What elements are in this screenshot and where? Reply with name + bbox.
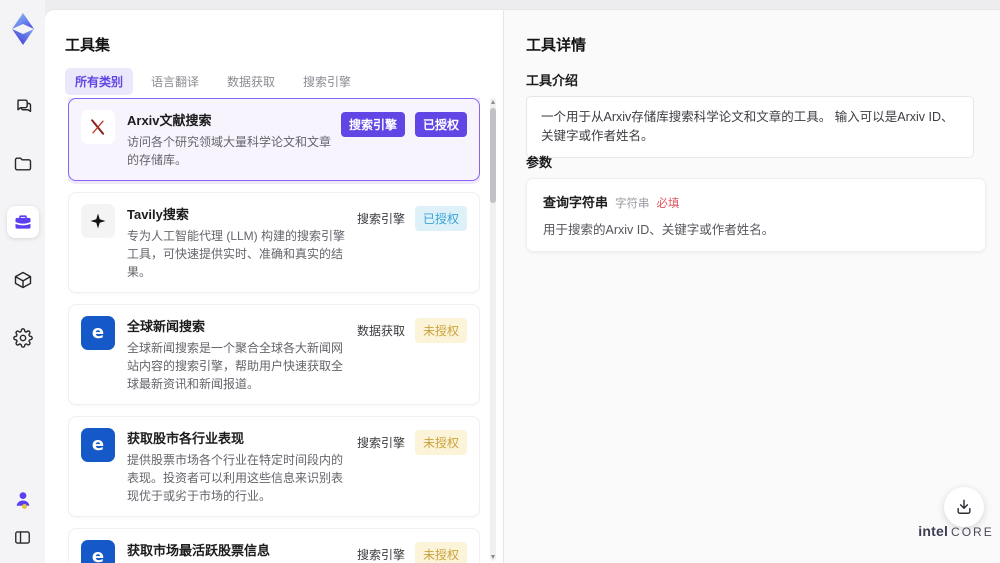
finance-logo-icon: e [81,428,115,462]
gear-icon[interactable] [7,322,39,354]
tool-card-active-stocks[interactable]: e 获取市场最活跃股票信息 提供当天交易量最高的股票列表，投资者可以利用这些信息… [68,528,480,563]
parameter-card: 查询字符串 字符串 必填 用于搜索的Arxiv ID、关键字或作者姓名。 [526,178,986,252]
arxiv-logo-icon [81,110,115,144]
scroll-down-arrow[interactable] [491,555,495,559]
download-icon [957,499,971,514]
tool-title: 获取股市各行业表现 [127,431,245,446]
params-heading: 参数 [526,155,553,170]
status-dot [21,504,27,509]
tool-card-tavily[interactable]: Tavily搜索 专为人工智能代理 (LLM) 构建的搜索引擎工具，可快速提供实… [68,192,480,293]
tool-description: 访问各个研究领域大量科学论文和文章的存储库。 [127,135,332,167]
user-icon[interactable] [11,487,35,511]
auth-badge: 已授权 [414,206,467,231]
tool-title: Tavily搜索 [127,207,189,222]
tool-title: 全球新闻搜索 [127,319,206,334]
folder-icon[interactable] [7,148,39,180]
param-required-flag: 必填 [656,198,680,210]
category-tabs: 所有类别 语言翻译 数据获取 搜索引擎 [65,68,361,95]
panel-toggle-icon[interactable] [11,525,35,549]
auth-badge: 未授权 [414,542,467,563]
download-button[interactable] [944,487,984,527]
param-type: 字符串 [615,198,650,210]
tab-data-fetch[interactable]: 数据获取 [217,68,285,95]
category-badge: 搜索引擎 [356,548,405,562]
tavily-logo-icon [81,204,115,238]
app-logo-icon[interactable] [8,12,38,46]
scrollbar-thumb[interactable] [490,108,496,203]
tab-search-engine[interactable]: 搜索引擎 [293,68,361,95]
param-description: 用于搜索的Arxiv ID、关键字或作者姓名。 [543,223,775,237]
tools-panel: 工具集 所有类别 语言翻译 数据获取 搜索引擎 Arxiv文献搜索 访问各个研究… [45,10,502,563]
category-badge: 搜索引擎 [356,212,405,226]
core-wordmark: CORE [951,525,994,539]
tool-detail-panel: 工具详情 工具介绍 一个用于从Arxiv存储库搜索科学论文和文章的工具。 输入可… [503,10,1000,563]
tool-title: Arxiv文献搜索 [127,113,212,128]
intel-wordmark: intel [918,523,949,539]
auth-badge: 未授权 [414,430,467,455]
tool-card-global-news[interactable]: e 全球新闻搜索 全球新闻搜索是一个聚合全球各大新闻网站内容的搜索引擎，帮助用户… [68,304,480,405]
tool-intro-text: 一个用于从Arxiv存储库搜索科学论文和文章的工具。 输入可以是Arxiv ID… [526,96,974,158]
param-name: 查询字符串 [543,195,609,210]
finance-logo-icon: e [81,540,115,563]
category-badge: 搜索引擎 [356,436,405,450]
auth-badge: 未授权 [414,318,467,343]
main-content: 工具集 所有类别 语言翻译 数据获取 搜索引擎 Arxiv文献搜索 访问各个研究… [45,10,1000,563]
tool-description: 全球新闻搜索是一个聚合全球各大新闻网站内容的搜索引擎，帮助用户快速获取全球最新资… [127,341,344,391]
scroll-up-arrow[interactable] [491,100,495,104]
page-title: 工具集 [65,37,111,54]
icon-rail [0,0,45,563]
tool-list: Arxiv文献搜索 访问各个研究领域大量科学论文和文章的存储库。 搜索引擎 已授… [68,98,480,563]
tab-language-translation[interactable]: 语言翻译 [141,68,209,95]
tab-all-categories[interactable]: 所有类别 [65,68,134,95]
intro-heading: 工具介绍 [526,73,579,88]
category-badge: 搜索引擎 [340,112,405,137]
news-logo-icon: e [81,316,115,350]
intel-core-logo: intel CORE [918,523,994,539]
briefcase-icon[interactable] [6,206,39,238]
tool-card-sector-performance[interactable]: e 获取股市各行业表现 提供股票市场各个行业在特定时间段内的表现。投资者可以利用… [68,416,480,517]
tool-description: 专为人工智能代理 (LLM) 构建的搜索引擎工具，可快速提供实时、准确和真实的结… [127,229,346,279]
cube-icon[interactable] [7,264,39,296]
scrollbar[interactable] [490,98,496,561]
category-badge: 数据获取 [356,324,405,338]
chat-icon[interactable] [7,90,39,122]
tool-title: 获取市场最活跃股票信息 [127,543,271,558]
tool-description: 提供股票市场各个行业在特定时间段内的表现。投资者可以利用这些信息来识别表现优于或… [127,453,344,503]
detail-title: 工具详情 [526,37,587,54]
auth-badge: 已授权 [414,112,467,137]
tool-card-arxiv[interactable]: Arxiv文献搜索 访问各个研究领域大量科学论文和文章的存储库。 搜索引擎 已授… [68,98,480,181]
